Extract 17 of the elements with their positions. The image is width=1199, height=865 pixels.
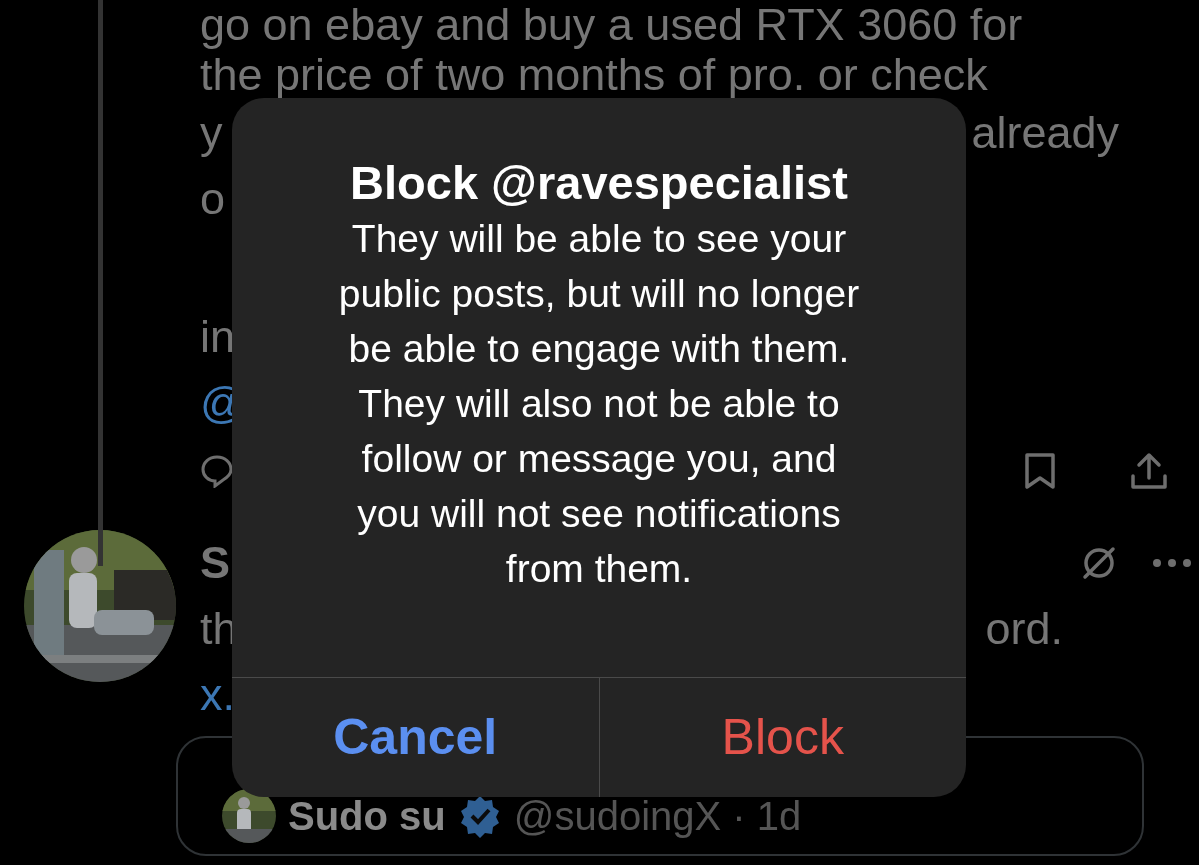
- block-button[interactable]: Block: [598, 678, 966, 797]
- dialog-title: Block @ravespecialist: [349, 155, 849, 211]
- dialog-message: They will be able to see your public posts, but will no longer be able to engage with them. They will also not be able to follow or message you, and you will not see notifications from them.: [337, 216, 861, 592]
- post-text: the price of two months of pro. or check: [200, 50, 988, 100]
- post-text: in: [200, 310, 236, 364]
- share-icon[interactable]: [1129, 452, 1169, 490]
- post-text: already: [971, 106, 1119, 160]
- reply-icon[interactable]: [200, 454, 234, 488]
- more-icon[interactable]: [1153, 559, 1191, 567]
- post-text: go on ebay and buy a used RTX 3060 for: [200, 0, 1023, 50]
- circle-slash-icon[interactable]: [1081, 545, 1117, 581]
- link[interactable]: x.: [200, 662, 235, 728]
- bookmark-icon[interactable]: [1023, 452, 1057, 490]
- post-text: o: [200, 172, 226, 226]
- author-name: S: [200, 536, 230, 590]
- post-text: ord.: [985, 602, 1063, 656]
- post-text: y: [200, 106, 223, 160]
